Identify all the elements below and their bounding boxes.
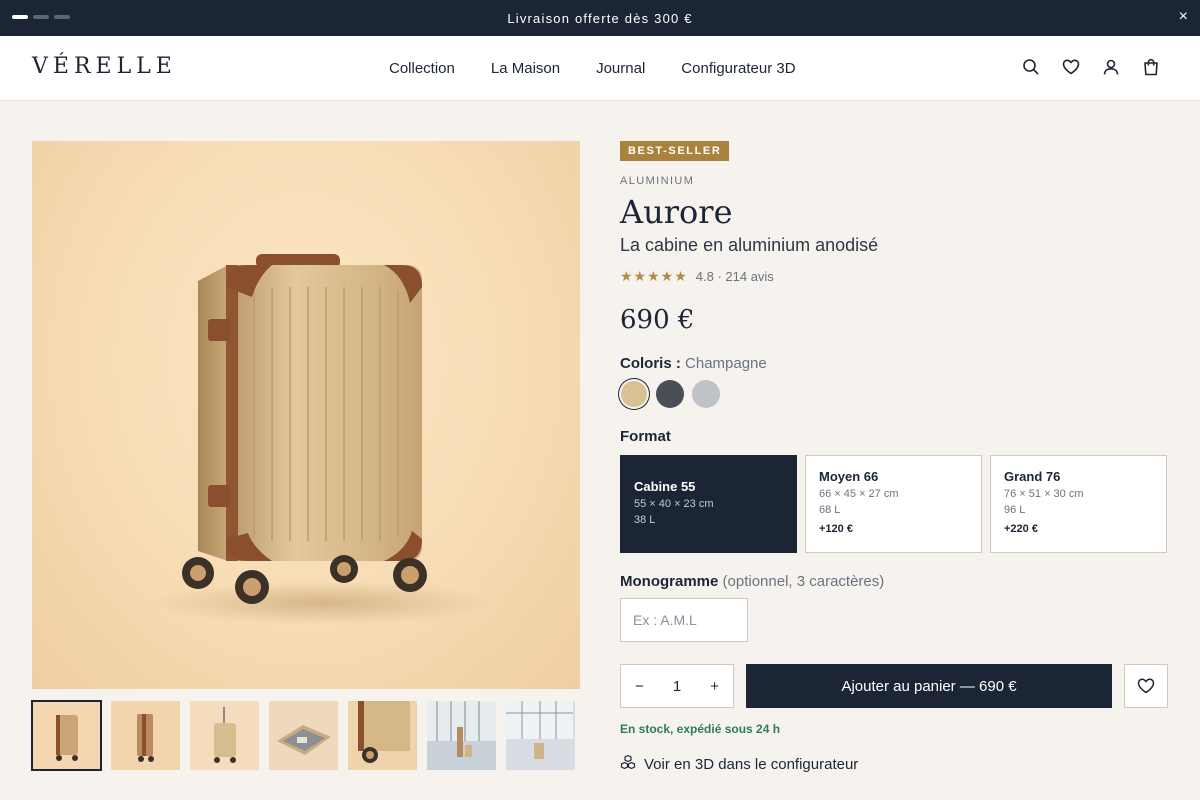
format-dimensions: 66 × 45 × 27 cm [819, 488, 899, 500]
nav-item-configurateur-3d[interactable]: Configurateur 3D [681, 60, 795, 77]
monogram-label: Monogramme (optionnel, 3 caractères) [620, 573, 1168, 590]
product-subtitle: La cabine en aluminium anodisé [620, 235, 879, 255]
best-seller-badge: BEST-SELLER [620, 141, 730, 161]
site-header: VÉRELLE Collection La Maison Journal Con… [0, 36, 1200, 101]
color-label: Coloris : Champagne [620, 355, 1168, 372]
cubes-icon [620, 754, 636, 774]
format-label: Format [620, 428, 671, 445]
nav-item-journal[interactable]: Journal [596, 60, 645, 77]
header-actions [1022, 58, 1160, 76]
heart-icon [1137, 678, 1155, 694]
swatch-champagne[interactable] [621, 381, 647, 407]
product-info: BEST-SELLER ALUMINIUM Aurore La cabine e… [620, 141, 1168, 774]
color-swatches [620, 380, 1168, 408]
heart-icon[interactable] [1062, 58, 1080, 76]
format-name: Grand 76 [1004, 469, 1061, 484]
selected-color-name: Champagne [685, 355, 767, 372]
star-rating-icon: ★★★★★ [620, 268, 688, 284]
product-main-image[interactable] [32, 141, 580, 689]
monogram-label-title: Monogramme [620, 573, 719, 590]
rating-text[interactable]: 4.8 · 214 avis [696, 269, 774, 284]
view-3d-label[interactable]: Voir en 3D dans le configurateur [644, 756, 858, 773]
format-volume: 96 L [1004, 504, 1026, 516]
carousel-dots[interactable] [12, 15, 70, 19]
nav-item-la-maison[interactable]: La Maison [491, 60, 560, 77]
brand-logo[interactable]: VÉRELLE [32, 54, 177, 79]
format-dimensions: 55 × 40 × 23 cm [634, 498, 714, 510]
format-volume: 38 L [634, 514, 656, 526]
product-price: 690 € [620, 305, 695, 335]
monogram-hint: (optionnel, 3 caractères) [722, 573, 885, 590]
gallery-thumbnails [31, 700, 575, 771]
format-dimensions: 76 × 51 × 30 cm [1004, 488, 1084, 500]
thumbnail-front-view[interactable] [31, 700, 102, 771]
format-name: Cabine 55 [634, 479, 696, 494]
thumbnail-handle-extended[interactable] [190, 701, 259, 770]
add-to-cart-button[interactable]: Ajouter au panier — 690 € [746, 664, 1112, 708]
thumbnail-open-interior[interactable] [269, 701, 338, 770]
close-icon[interactable]: × [1179, 9, 1188, 25]
announcement-text: Livraison offerte dès 300 € [507, 10, 693, 26]
stock-status: En stock, expédié sous 24 h [620, 722, 781, 736]
main-nav: Collection La Maison Journal Configurate… [389, 60, 796, 77]
carousel-dot[interactable] [33, 15, 49, 19]
format-options: Cabine 55 55 × 40 × 23 cm 38 L Moyen 66 … [620, 455, 1168, 553]
format-option-moyen-66[interactable]: Moyen 66 66 × 45 × 27 cm 68 L +120 € [805, 455, 982, 553]
format-name: Moyen 66 [819, 469, 879, 484]
wishlist-button[interactable] [1124, 664, 1168, 708]
quantity-increase-button[interactable]: + [710, 678, 719, 695]
product-rating[interactable]: ★★★★★ 4.8 · 214 avis [620, 268, 1168, 285]
thumbnail-side-view[interactable] [111, 701, 180, 770]
format-surcharge: +120 € [819, 523, 853, 535]
bag-icon[interactable] [1142, 58, 1160, 76]
quantity-stepper: − 1 + [620, 664, 734, 708]
quantity-decrease-button[interactable]: − [635, 678, 644, 695]
format-option-grand-76[interactable]: Grand 76 76 × 51 × 30 cm 96 L +220 € [990, 455, 1167, 553]
carousel-dot[interactable] [12, 15, 28, 19]
swatch-silver[interactable] [692, 380, 720, 408]
swatch-graphite[interactable] [656, 380, 684, 408]
view-3d-link[interactable]: Voir en 3D dans le configurateur [620, 754, 1168, 774]
thumbnail-airport-traveler[interactable] [427, 701, 496, 770]
format-volume: 68 L [819, 504, 841, 516]
thumbnail-airport-terminal[interactable] [506, 701, 575, 770]
search-icon[interactable] [1022, 58, 1040, 76]
monogram-input[interactable] [620, 598, 748, 642]
product-title: Aurore [620, 193, 733, 231]
nav-item-collection[interactable]: Collection [389, 60, 455, 77]
thumbnail-wheel-detail[interactable] [348, 701, 417, 770]
quantity-value[interactable]: 1 [673, 678, 681, 695]
format-option-cabine-55[interactable]: Cabine 55 55 × 40 × 23 cm 38 L [620, 455, 797, 553]
carousel-dot[interactable] [54, 15, 70, 19]
purchase-row: − 1 + Ajouter au panier — 690 € [620, 664, 1168, 708]
user-icon[interactable] [1102, 58, 1120, 76]
suitcase-illustration [152, 254, 492, 625]
announcement-bar: Livraison offerte dès 300 € × [0, 0, 1200, 36]
product-category: ALUMINIUM [620, 175, 695, 187]
format-surcharge: +220 € [1004, 523, 1038, 535]
color-label-title: Coloris : [620, 355, 681, 372]
